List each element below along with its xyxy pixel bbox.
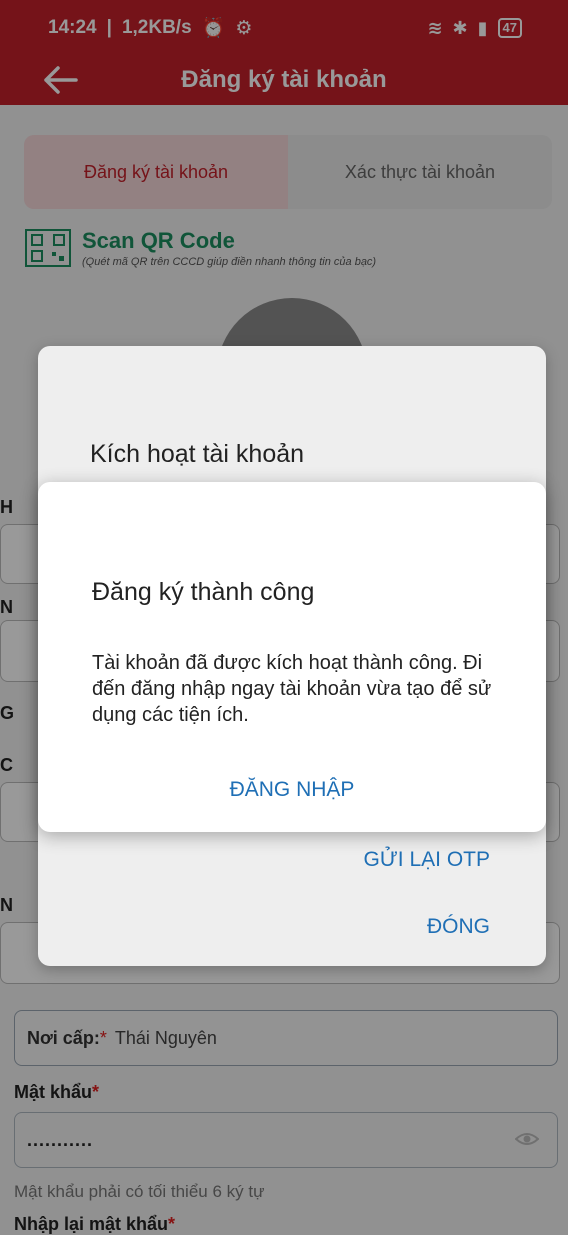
success-dialog-message: Tài khoản đã được kích hoạt thành công. … [92, 652, 492, 726]
close-button[interactable]: ĐÓNG [427, 915, 490, 939]
resend-otp-button[interactable]: GỬI LẠI OTP [364, 848, 490, 872]
success-dialog-title: Đăng ký thành công [92, 578, 315, 606]
login-button[interactable]: ĐĂNG NHẬP [38, 778, 546, 802]
activate-dialog-title: Kích hoạt tài khoản [90, 440, 305, 468]
registration-success-dialog: Đăng ký thành công Tài khoản đã được kíc… [38, 482, 546, 832]
